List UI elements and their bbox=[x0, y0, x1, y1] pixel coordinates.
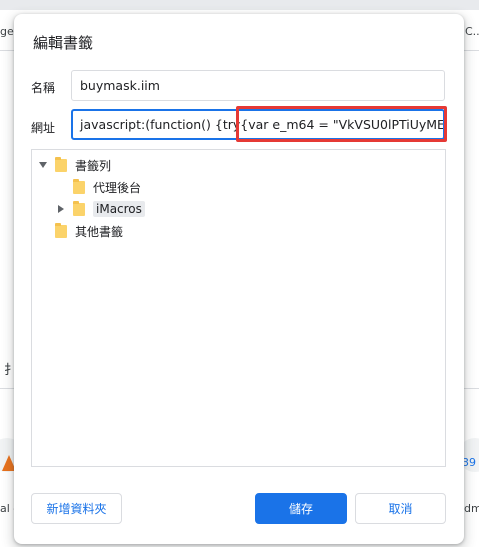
folder-icon bbox=[55, 156, 67, 172]
folder-tree[interactable]: 書籤列 代理後台 iMacros 其他書籤 bbox=[31, 149, 446, 467]
background-text-left: ge bbox=[0, 25, 14, 38]
new-folder-button[interactable]: 新增資料夾 bbox=[31, 493, 122, 524]
save-button[interactable]: 儲存 bbox=[255, 493, 347, 524]
tree-item-bookmarks-bar[interactable]: 書籤列 bbox=[37, 154, 111, 176]
folder-icon bbox=[73, 200, 85, 216]
edit-bookmark-dialog: 編輯書籤 名稱 buymask.iim 網址 javascript:(funct… bbox=[14, 14, 464, 544]
tree-item-label: 書籤列 bbox=[75, 158, 112, 173]
folder-icon bbox=[55, 222, 67, 238]
tree-item-proxy-backend[interactable]: 代理後台 bbox=[55, 176, 141, 198]
expand-toggle-icon[interactable] bbox=[37, 159, 49, 171]
red-highlight-annotation bbox=[236, 106, 447, 142]
folder-icon bbox=[73, 178, 85, 194]
background-badge-text: 39 bbox=[462, 456, 476, 469]
background-text-right: C... bbox=[465, 25, 479, 38]
tree-item-imacros[interactable]: iMacros bbox=[55, 198, 145, 220]
background-top-bar bbox=[0, 0, 479, 10]
collapse-toggle-icon[interactable] bbox=[55, 203, 67, 215]
background-shortcut-label-right: dm bbox=[464, 502, 479, 515]
tree-item-label: 代理後台 bbox=[93, 180, 142, 195]
dialog-title: 編輯書籤 bbox=[33, 34, 94, 52]
tree-item-label: iMacros bbox=[93, 201, 145, 217]
url-label: 網址 bbox=[31, 121, 56, 135]
name-field[interactable]: buymask.iim bbox=[71, 70, 445, 101]
cancel-button[interactable]: 取消 bbox=[355, 493, 446, 524]
name-label: 名稱 bbox=[31, 81, 56, 95]
tree-item-other-bookmarks[interactable]: 其他書籤 bbox=[37, 220, 123, 242]
name-field-value: buymask.iim bbox=[80, 78, 160, 93]
tree-item-label: 其他書籤 bbox=[75, 224, 124, 239]
